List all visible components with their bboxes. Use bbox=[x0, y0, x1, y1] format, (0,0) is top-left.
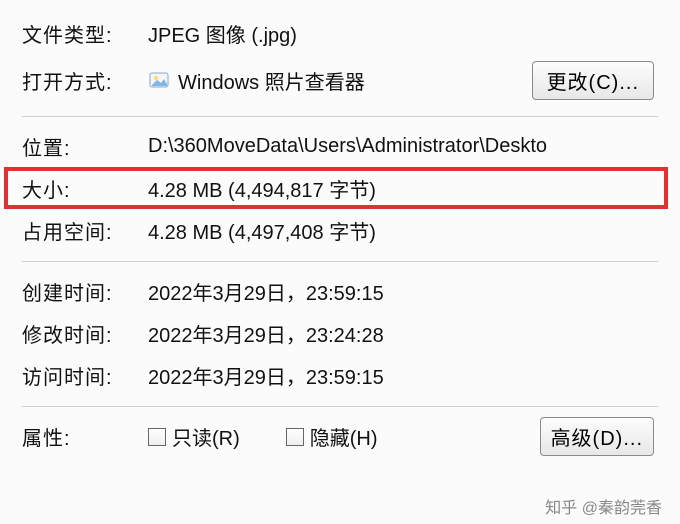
accessed-value: 2022年3月29日，23:59:15 bbox=[148, 361, 658, 390]
hidden-label: 隐藏(H) bbox=[310, 422, 378, 451]
change-button[interactable]: 更改(C)... bbox=[532, 61, 654, 100]
file-type-row: 文件类型: JPEG 图像 (.jpg) bbox=[22, 12, 658, 54]
modified-row: 修改时间: 2022年3月29日，23:24:28 bbox=[22, 312, 658, 354]
readonly-checkbox[interactable]: 只读(R) bbox=[148, 422, 240, 451]
file-type-value: JPEG 图像 (.jpg) bbox=[148, 19, 658, 48]
open-with-row: 打开方式: Windows 照片查看器 更改(C)... bbox=[22, 54, 658, 106]
file-type-label: 文件类型: bbox=[22, 19, 148, 48]
size-on-disk-label: 占用空间: bbox=[22, 216, 148, 245]
created-value: 2022年3月29日，23:59:15 bbox=[148, 277, 658, 306]
attributes-label: 属性: bbox=[22, 422, 148, 451]
accessed-label: 访问时间: bbox=[22, 361, 148, 390]
open-with-value: Windows 照片查看器 bbox=[178, 66, 365, 95]
created-row: 创建时间: 2022年3月29日，23:59:15 bbox=[22, 270, 658, 312]
created-label: 创建时间: bbox=[22, 277, 148, 306]
photo-viewer-icon bbox=[148, 69, 170, 91]
divider bbox=[22, 116, 658, 117]
open-with-label: 打开方式: bbox=[22, 66, 148, 95]
size-on-disk-row: 占用空间: 4.28 MB (4,497,408 字节) bbox=[22, 209, 658, 251]
size-row: 大小: 4.28 MB (4,494,817 字节) bbox=[4, 167, 668, 209]
accessed-row: 访问时间: 2022年3月29日，23:59:15 bbox=[22, 354, 658, 396]
location-row: 位置: D:\360MoveData\Users\Administrator\D… bbox=[22, 125, 658, 167]
size-label: 大小: bbox=[22, 174, 148, 203]
attributes-row: 属性: 只读(R) 隐藏(H) 高级(D)... bbox=[22, 415, 658, 458]
hidden-checkbox[interactable]: 隐藏(H) bbox=[286, 422, 378, 451]
size-on-disk-value: 4.28 MB (4,497,408 字节) bbox=[148, 216, 658, 245]
location-label: 位置: bbox=[22, 132, 148, 161]
size-value: 4.28 MB (4,494,817 字节) bbox=[148, 174, 658, 203]
readonly-label: 只读(R) bbox=[172, 422, 240, 451]
location-value: D:\360MoveData\Users\Administrator\Deskt… bbox=[148, 135, 658, 158]
checkbox-box-icon bbox=[148, 428, 166, 446]
modified-value: 2022年3月29日，23:24:28 bbox=[148, 319, 658, 348]
divider bbox=[22, 406, 658, 407]
divider bbox=[22, 261, 658, 262]
checkbox-box-icon bbox=[286, 428, 304, 446]
advanced-button[interactable]: 高级(D)... bbox=[540, 417, 654, 456]
watermark: 知乎 @秦韵莞香 bbox=[545, 494, 662, 518]
modified-label: 修改时间: bbox=[22, 319, 148, 348]
